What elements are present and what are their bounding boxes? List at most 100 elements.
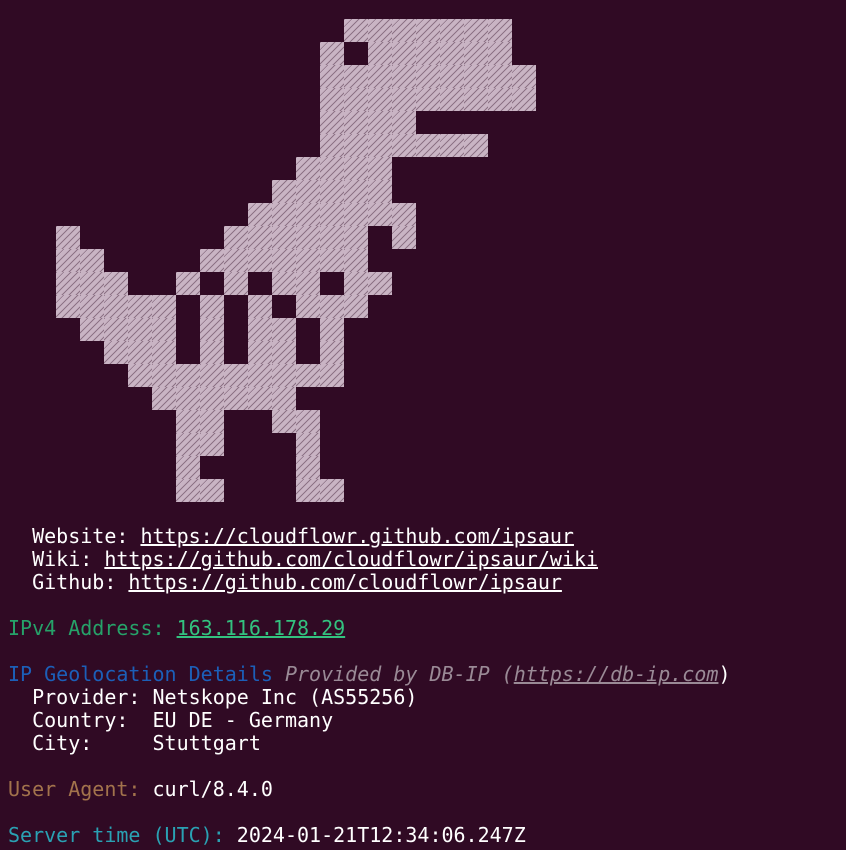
close-paren: ) [718, 662, 731, 686]
art-block [80, 249, 104, 272]
art-block [320, 65, 344, 88]
github-label: Github: [32, 570, 129, 594]
art-block [320, 88, 344, 111]
art-block [296, 203, 320, 226]
art-block [392, 226, 416, 249]
art-block [488, 19, 512, 42]
art-block [152, 387, 176, 410]
art-block [368, 88, 392, 111]
art-block [200, 479, 224, 502]
art-block [128, 295, 152, 318]
art-block [344, 157, 368, 180]
art-block [320, 226, 344, 249]
provider-row: Provider: Netskope Inc (AS55256) [8, 686, 417, 709]
server-time-label: Server time (UTC): [8, 823, 237, 847]
user-agent-value: curl/8.4.0 [152, 777, 273, 801]
wiki-label: Wiki: [32, 547, 105, 571]
art-block [200, 318, 224, 341]
dino-ip-logo-icon [0, 0, 846, 510]
art-block [128, 318, 152, 341]
art-block [272, 387, 296, 410]
art-block [176, 456, 200, 479]
art-block [320, 42, 344, 65]
art-block [248, 341, 272, 364]
art-block [296, 364, 320, 387]
art-block [272, 249, 296, 272]
provider-label: Provider: [32, 685, 153, 709]
art-block [152, 295, 176, 318]
country-label: Country: [32, 708, 153, 732]
art-block [272, 318, 296, 341]
art-block [368, 65, 392, 88]
website-link[interactable]: https://cloudflowr.github.com/ipsaur [140, 524, 573, 548]
art-block [320, 157, 344, 180]
art-block [464, 65, 488, 88]
art-block [248, 249, 272, 272]
db-ip-link[interactable]: https://db-ip.com [514, 662, 719, 686]
art-block [56, 272, 80, 295]
art-block [344, 180, 368, 203]
city-row: City: Stuttgart [8, 732, 261, 755]
art-block [392, 203, 416, 226]
art-block [440, 65, 464, 88]
art-block [320, 203, 344, 226]
art-block [224, 249, 248, 272]
country-row: Country: EU DE - Germany [8, 709, 333, 732]
art-block [200, 341, 224, 364]
art-block [248, 203, 272, 226]
art-block [248, 226, 272, 249]
github-link[interactable]: https://github.com/cloudflowr/ipsaur [128, 570, 561, 594]
art-block [296, 249, 320, 272]
art-block [104, 272, 128, 295]
art-block [416, 42, 440, 65]
provider-value: Netskope Inc (AS55256) [152, 685, 418, 709]
art-block [104, 341, 128, 364]
art-block [464, 134, 488, 157]
ipv4-address-link[interactable]: 163.116.178.29 [177, 616, 346, 640]
art-block [176, 410, 200, 433]
art-block [248, 295, 272, 318]
art-block [224, 387, 248, 410]
art-block [344, 88, 368, 111]
art-block [488, 65, 512, 88]
art-block [56, 295, 80, 318]
geolocation-heading: IP Geolocation Details [8, 662, 273, 686]
wiki-line: Wiki: https://github.com/cloudflowr/ipsa… [8, 548, 598, 571]
art-block [128, 364, 152, 387]
art-block [152, 318, 176, 341]
art-block [320, 249, 344, 272]
art-block [344, 226, 368, 249]
art-block [416, 88, 440, 111]
server-time-value: 2024-01-21T12:34:06.247Z [236, 823, 526, 847]
user-agent-label: User Agent: [8, 777, 153, 801]
art-block [392, 65, 416, 88]
art-block [296, 272, 320, 295]
art-block [296, 226, 320, 249]
art-block [224, 272, 248, 295]
art-block [320, 318, 344, 341]
art-block [176, 387, 200, 410]
art-block [272, 180, 296, 203]
ipv4-line: IPv4 Address: 163.116.178.29 [8, 617, 345, 640]
art-block [176, 433, 200, 456]
art-block [176, 272, 200, 295]
art-block [440, 42, 464, 65]
art-block [488, 42, 512, 65]
art-block [368, 272, 392, 295]
art-block [272, 272, 296, 295]
art-block [272, 203, 296, 226]
art-block [416, 19, 440, 42]
art-block [296, 295, 320, 318]
art-block [272, 364, 296, 387]
website-label: Website: [32, 524, 141, 548]
art-block [296, 456, 320, 479]
art-block [224, 226, 248, 249]
art-block [344, 65, 368, 88]
art-block [464, 42, 488, 65]
art-block [344, 295, 368, 318]
wiki-link[interactable]: https://github.com/cloudflowr/ipsaur/wik… [104, 547, 598, 571]
art-block [368, 157, 392, 180]
art-block [392, 88, 416, 111]
art-block [296, 410, 320, 433]
art-block [368, 19, 392, 42]
